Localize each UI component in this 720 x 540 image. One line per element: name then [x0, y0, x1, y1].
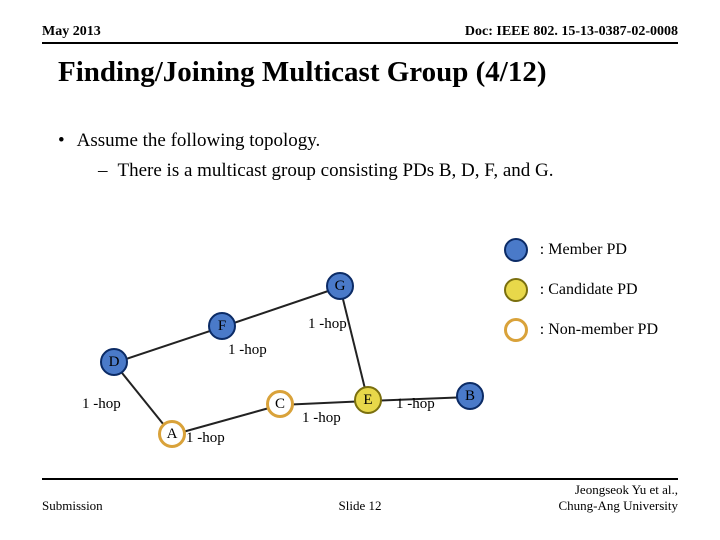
- edge-label: 1 -hop: [228, 342, 267, 359]
- graph-node-a: A: [158, 420, 186, 448]
- body-text: • Assume the following topology. – There…: [58, 128, 678, 183]
- bullet1-text: Assume the following topology.: [77, 128, 321, 154]
- bullet1-marker: •: [58, 128, 65, 154]
- footer-bar: Submission Slide 12 Jeongseok Yu et al.,…: [42, 478, 678, 514]
- header-bar: May 2013 Doc: IEEE 802. 15-13-0387-02-00…: [42, 24, 678, 44]
- circle-icon: [504, 318, 528, 342]
- circle-icon: [504, 238, 528, 262]
- footer-left: Submission: [42, 498, 103, 514]
- legend-row-nonmember: : Non-member PD: [504, 318, 658, 342]
- circle-icon: [504, 278, 528, 302]
- edge-label: 1 -hop: [186, 430, 225, 447]
- bullet-level-1: • Assume the following topology.: [58, 128, 678, 154]
- graph-node-d: D: [100, 348, 128, 376]
- edge-label: 1 -hop: [82, 396, 121, 413]
- edge-label: 1 -hop: [396, 396, 435, 413]
- graph-node-c: C: [266, 390, 294, 418]
- bullet2-text: There is a multicast group consisting PD…: [118, 158, 554, 184]
- bullet2-marker: –: [98, 158, 108, 184]
- slide: May 2013 Doc: IEEE 802. 15-13-0387-02-00…: [0, 0, 720, 540]
- page-title: Finding/Joining Multicast Group (4/12): [58, 56, 547, 89]
- legend-row-candidate: : Candidate PD: [504, 278, 658, 302]
- legend: : Member PD : Candidate PD : Non-member …: [504, 238, 658, 342]
- header-doc-ref: Doc: IEEE 802. 15-13-0387-02-0008: [465, 24, 678, 40]
- graph-node-b: B: [456, 382, 484, 410]
- legend-label: : Non-member PD: [540, 321, 658, 339]
- edge-label: 1 -hop: [308, 316, 347, 333]
- graph-node-e: E: [354, 386, 382, 414]
- topology-diagram: : Member PD : Candidate PD : Non-member …: [58, 230, 678, 460]
- graph-edge: [339, 287, 369, 401]
- footer-author: Jeongseok Yu et al., Chung-Ang Universit…: [558, 482, 678, 514]
- graph-edge: [114, 326, 223, 364]
- legend-row-member: : Member PD: [504, 238, 658, 262]
- footer-author-line2: Chung-Ang University: [558, 498, 678, 513]
- graph-node-f: F: [208, 312, 236, 340]
- legend-label: : Member PD: [540, 241, 627, 259]
- header-date: May 2013: [42, 24, 101, 40]
- bullet-level-2: – There is a multicast group consisting …: [98, 158, 678, 184]
- footer-author-line1: Jeongseok Yu et al.,: [575, 482, 678, 497]
- edge-label: 1 -hop: [302, 410, 341, 427]
- legend-label: : Candidate PD: [540, 281, 638, 299]
- graph-node-g: G: [326, 272, 354, 300]
